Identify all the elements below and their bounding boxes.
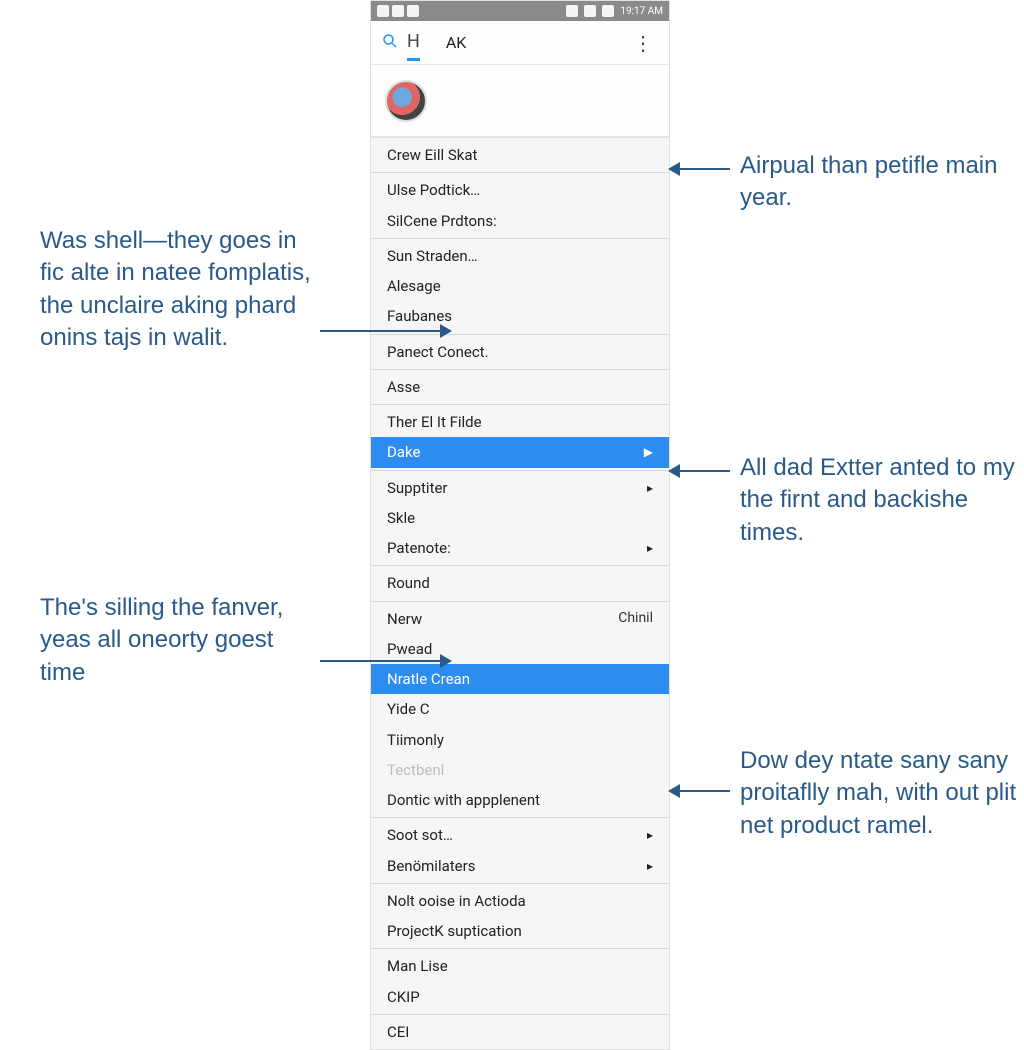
menu-item-selected[interactable]: Dake▶ [371,437,669,467]
menu-item[interactable]: CEI [371,1017,669,1047]
menu-item[interactable]: Soot sot…▸ [371,820,669,850]
overflow-menu-icon[interactable]: ⋮ [627,31,659,55]
annotation-arrow [320,660,450,662]
menu-item[interactable]: SilCene Prdtons: [371,206,669,236]
menu-shortcut: Chinil [618,609,653,628]
menu-item[interactable]: ProjectK suptication [371,916,669,946]
menu-item[interactable]: Faubanes [371,301,669,331]
menu-item[interactable]: Panect Conect. [371,337,669,367]
search-icon[interactable] [381,32,399,54]
menu-item[interactable]: Yide C [371,694,669,724]
submenu-arrow-icon: ▸ [647,480,653,496]
menu-item[interactable]: NerwChinil [371,604,669,634]
menu-item[interactable]: Man Lise [371,951,669,981]
annotation-text: The's silling the fanver, yeas all oneor… [40,592,320,689]
status-notification-icon [392,5,404,17]
phone-frame: 19:17 AM H AK ⋮ Crew Eill Skat Ulse Podt… [370,0,670,1050]
menu-item[interactable]: Dontic with appplenent [371,785,669,815]
annotation-arrow [320,330,450,332]
status-time: 19:17 AM [620,6,663,17]
menu-item[interactable]: Ulse Podtick… [371,175,669,205]
menu-item[interactable]: Patenote:▸ [371,533,669,563]
avatar[interactable] [385,80,427,122]
menu-item[interactable]: CKIP [371,982,669,1012]
toolbar-title: H [407,31,420,61]
wifi-icon [566,5,578,17]
annotation-arrow [670,790,730,792]
menu-item[interactable]: Ther El It Filde [371,407,669,437]
submenu-arrow-icon: ▸ [647,858,653,874]
annotation-text: All dad Extter anted to my the firnt and… [740,452,1020,549]
submenu-arrow-icon: ▸ [647,540,653,556]
battery-icon [602,5,614,17]
menu-item[interactable]: Sun Straden… [371,241,669,271]
menu-item-selected[interactable]: Nratle Crean [371,664,669,694]
annotation-text: Dow dey ntate sany sany proitaflly mah, … [740,745,1020,842]
menu-item[interactable]: Crew Eill Skat [371,140,669,170]
menu-item[interactable]: Round [371,568,669,598]
toolbar: H AK ⋮ [371,21,669,65]
menu-item[interactable]: Alesage [371,271,669,301]
status-bar: 19:17 AM [371,1,669,21]
status-notification-icon [407,5,419,17]
app-header-row [371,65,669,137]
menu-item[interactable]: Tiimonly [371,725,669,755]
status-notification-icon [377,5,389,17]
menu-item[interactable]: Skle [371,503,669,533]
menu-item[interactable]: AK [446,33,466,52]
annotation-arrow [670,168,730,170]
menu-item[interactable]: Nolt ooise in Actioda [371,886,669,916]
menu-item-disabled: Tectbenl [371,755,669,785]
signal-icon [584,5,596,17]
menu-item[interactable]: Asse [371,372,669,402]
annotation-text: Airpual than petifle main year. [740,150,1020,215]
submenu-arrow-icon: ▸ [647,827,653,843]
menu-item[interactable]: Supptiter▸ [371,473,669,503]
dropdown-menu: Crew Eill Skat Ulse Podtick… SilCene Prd… [371,137,669,1049]
submenu-arrow-icon: ▶ [644,444,653,460]
menu-item[interactable]: Benömilaters▸ [371,851,669,881]
annotation-arrow [670,470,730,472]
annotation-text: Was shell—they goes in fic alte in natee… [40,225,320,355]
